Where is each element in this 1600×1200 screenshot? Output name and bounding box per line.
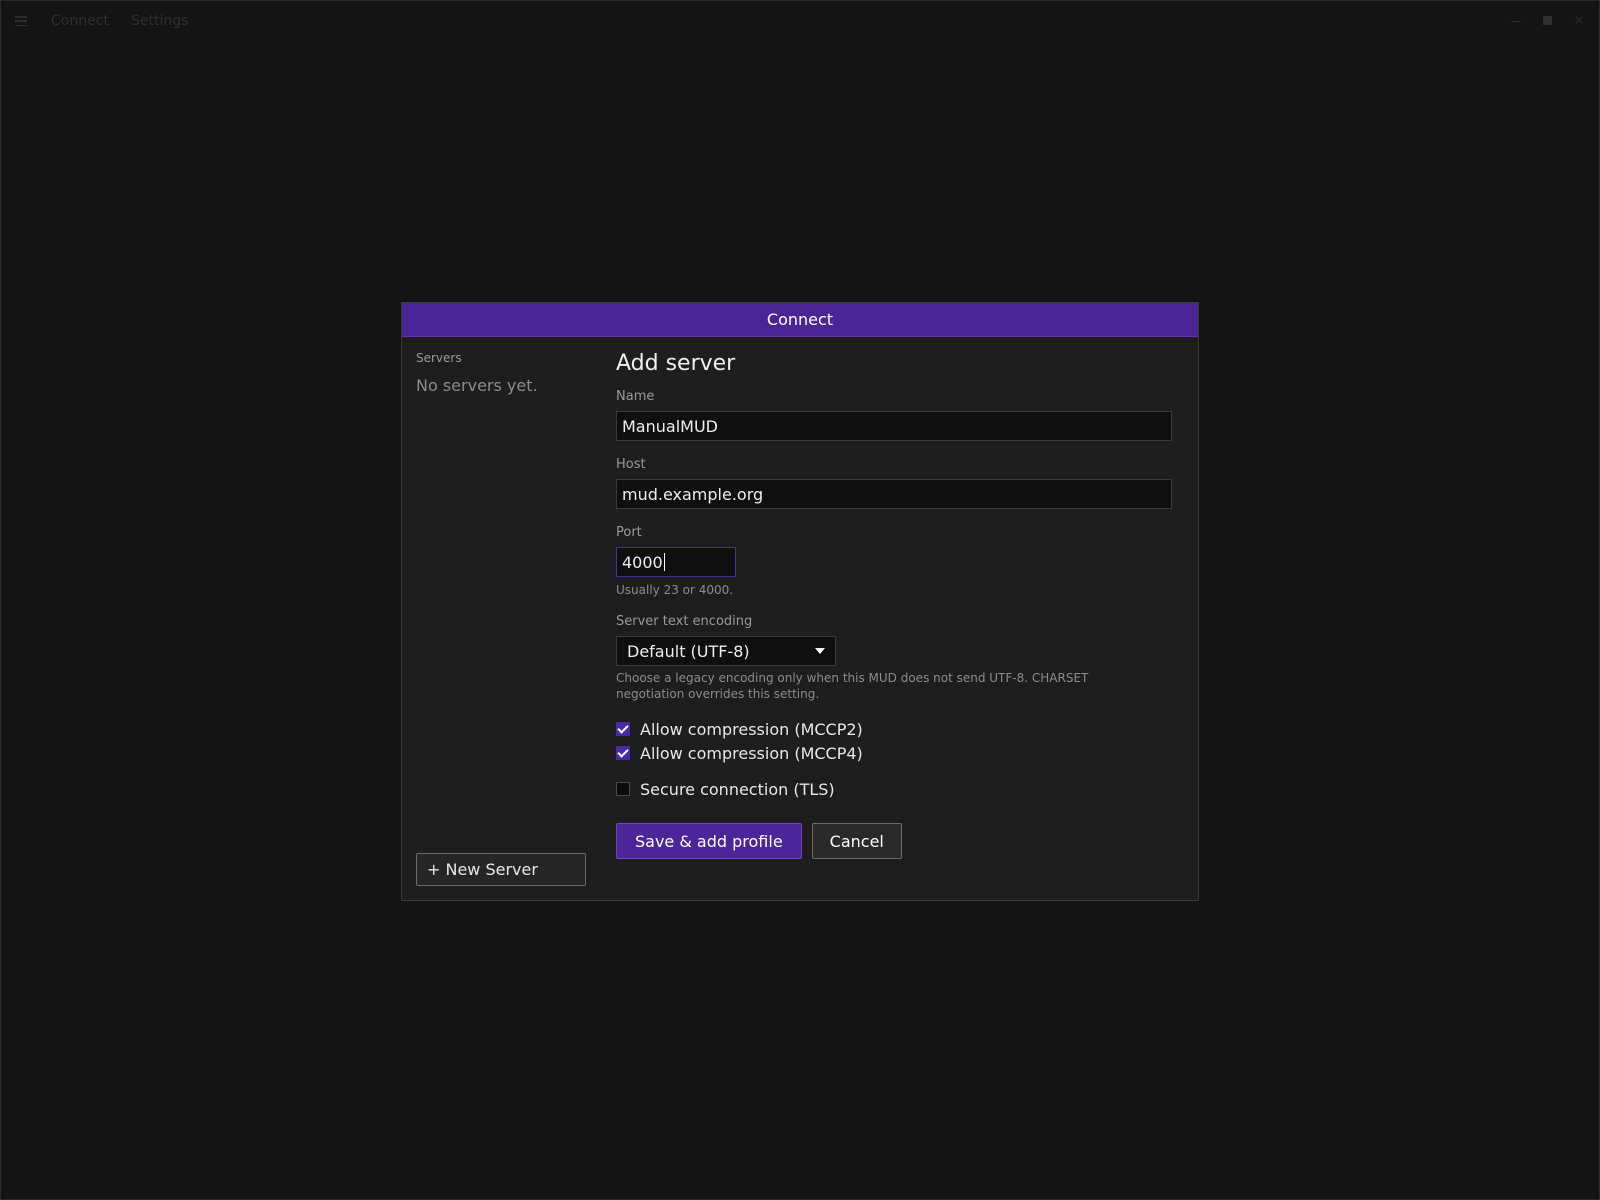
empty-servers-text: No servers yet. bbox=[416, 376, 538, 395]
host-field[interactable]: mud.example.org bbox=[616, 479, 1172, 509]
mccp2-option[interactable]: Allow compression (MCCP2) bbox=[616, 717, 1170, 741]
mccp2-label: Allow compression (MCCP2) bbox=[640, 719, 863, 739]
minimize-icon[interactable] bbox=[1509, 14, 1523, 28]
dialog-title: Connect bbox=[402, 303, 1198, 337]
menu-settings[interactable]: Settings bbox=[131, 13, 188, 29]
port-field[interactable]: 4000 bbox=[616, 547, 736, 577]
name-field[interactable]: ManualMUD bbox=[616, 411, 1172, 441]
form-title: Add server bbox=[616, 351, 736, 376]
tls-option[interactable]: Secure connection (TLS) bbox=[616, 777, 1170, 801]
host-label: Host bbox=[616, 457, 646, 472]
encoding-value: Default (UTF-8) bbox=[627, 641, 750, 661]
cancel-button[interactable]: Cancel bbox=[811, 823, 902, 859]
compression-options: Allow compression (MCCP2) Allow compress… bbox=[616, 717, 1170, 765]
mccp4-label: Allow compression (MCCP4) bbox=[640, 743, 863, 763]
port-value: 4000 bbox=[622, 552, 663, 572]
servers-sidebar: Servers No servers yet. + New Server bbox=[416, 351, 588, 886]
connect-dialog: Connect Servers No servers yet. + New Se… bbox=[401, 302, 1199, 901]
mccp2-checkbox[interactable] bbox=[616, 722, 630, 736]
name-label: Name bbox=[616, 389, 655, 404]
menu-connect[interactable]: Connect bbox=[51, 13, 109, 29]
close-icon[interactable]: × bbox=[1572, 14, 1586, 28]
servers-heading: Servers bbox=[416, 351, 462, 365]
tls-label: Secure connection (TLS) bbox=[640, 779, 835, 799]
name-value: ManualMUD bbox=[622, 416, 718, 436]
title-bar: Connect Settings × bbox=[1, 1, 1599, 43]
menu-icon[interactable] bbox=[15, 16, 27, 26]
host-value: mud.example.org bbox=[622, 484, 764, 504]
maximize-icon[interactable] bbox=[1541, 14, 1555, 28]
encoding-select[interactable]: Default (UTF-8) bbox=[616, 636, 836, 666]
text-cursor bbox=[663, 553, 665, 571]
chevron-down-icon bbox=[815, 648, 825, 654]
mccp4-option[interactable]: Allow compression (MCCP4) bbox=[616, 741, 1170, 765]
check-icon bbox=[617, 722, 629, 734]
save-add-profile-button[interactable]: Save & add profile bbox=[616, 823, 802, 859]
add-server-form: Add server Name ManualMUD Host mud.examp… bbox=[616, 351, 1172, 859]
mccp4-checkbox[interactable] bbox=[616, 746, 630, 760]
form-actions: Save & add profile Cancel bbox=[616, 823, 1170, 859]
app-window: Connect Settings × Connect Servers No se… bbox=[0, 0, 1600, 1200]
encoding-help: Choose a legacy encoding only when this … bbox=[616, 671, 1089, 701]
port-help: Usually 23 or 4000. bbox=[616, 583, 734, 597]
new-server-button[interactable]: + New Server bbox=[416, 853, 586, 886]
check-icon bbox=[617, 746, 629, 758]
port-label: Port bbox=[616, 525, 642, 540]
encoding-label: Server text encoding bbox=[616, 614, 753, 629]
tls-checkbox[interactable] bbox=[616, 782, 630, 796]
